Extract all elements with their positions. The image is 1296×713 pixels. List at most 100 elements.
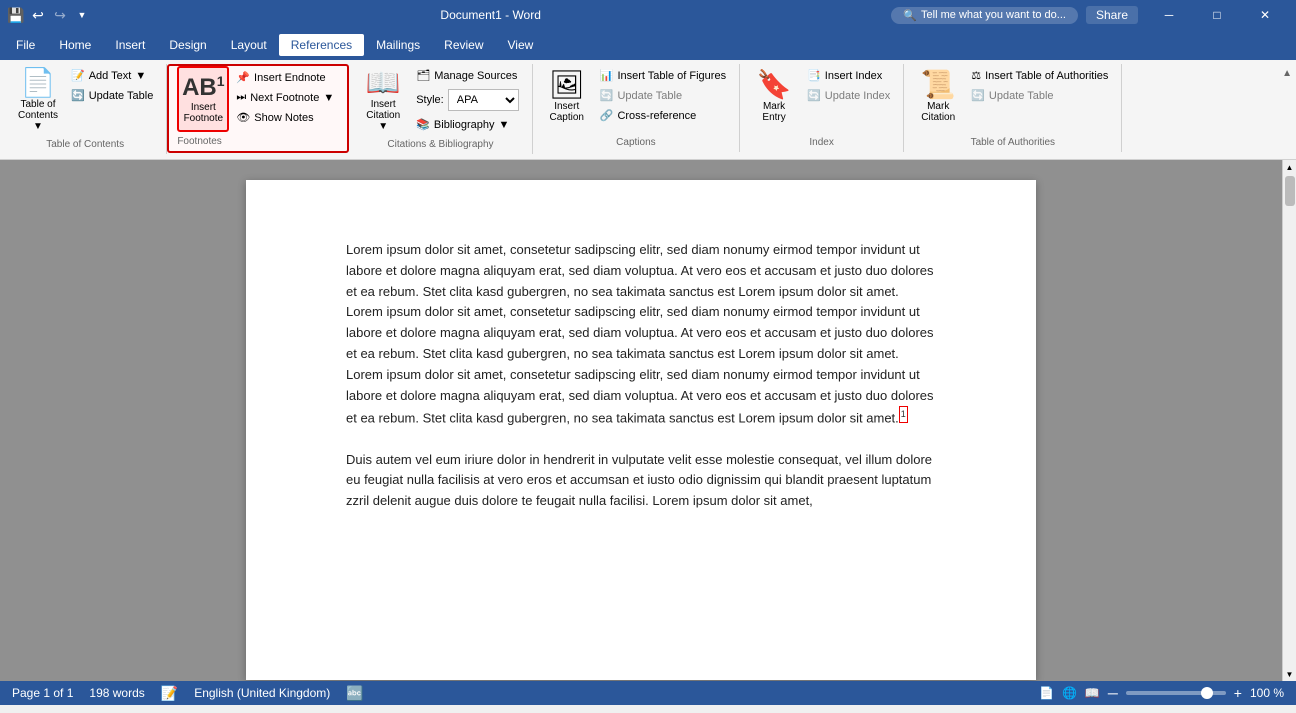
zoom-thumb bbox=[1201, 687, 1213, 699]
share-button[interactable]: Share bbox=[1086, 6, 1138, 24]
close-button[interactable]: ✕ bbox=[1242, 0, 1288, 30]
style-dropdown[interactable]: APA MLA Chicago bbox=[448, 89, 519, 111]
add-text-button[interactable]: 📝 Add Text ▼ bbox=[66, 66, 158, 85]
zoom-slider[interactable] bbox=[1126, 691, 1226, 695]
search-box[interactable]: 🔍 Tell me what you want to do... bbox=[891, 7, 1078, 24]
ribbon-group-citations: 📖 InsertCitation ▼ 🗂 Manage Sources Styl… bbox=[349, 64, 533, 154]
scroll-track bbox=[1283, 174, 1296, 667]
insert-caption-button[interactable]: 🖼 InsertCaption bbox=[541, 64, 593, 130]
view-read-icon[interactable]: 📖 bbox=[1085, 686, 1100, 700]
minimize-button[interactable]: ─ bbox=[1146, 0, 1192, 30]
insert-footnote-label: InsertFootnote bbox=[184, 102, 223, 124]
menu-mailings[interactable]: Mailings bbox=[364, 34, 432, 56]
word-count: 198 words bbox=[89, 686, 144, 700]
title-bar: 💾 ↩ ↪ ▼ Document1 - Word 🔍 Tell me what … bbox=[0, 0, 1296, 30]
menu-insert[interactable]: Insert bbox=[103, 34, 157, 56]
insert-endnote-icon: 📌 bbox=[236, 71, 250, 84]
insert-footnote-icon: AB1 bbox=[182, 74, 224, 100]
insert-caption-icon: 🖼 bbox=[549, 71, 585, 99]
ribbon-group-footnotes: AB1 InsertFootnote 📌 Insert Endnote ⏭ Ne… bbox=[167, 64, 349, 153]
paragraph-1: Lorem ipsum dolor sit amet, consetetur s… bbox=[346, 240, 936, 430]
paragraph-2: Duis autem vel eum iriure dolor in hendr… bbox=[346, 450, 936, 512]
next-footnote-icon: ⏭ bbox=[236, 91, 246, 104]
window-controls: ─ □ ✕ bbox=[1146, 0, 1288, 30]
show-notes-button[interactable]: 👁 Show Notes bbox=[231, 108, 339, 127]
redo-icon[interactable]: ↪ bbox=[52, 7, 68, 23]
ribbon-scroll-up[interactable]: ▲ bbox=[1282, 68, 1292, 79]
view-web-icon[interactable]: 🌐 bbox=[1062, 686, 1077, 700]
index-small-buttons: 📑 Insert Index 🔄 Update Index bbox=[802, 64, 895, 105]
update-toa-icon: 🔄 bbox=[971, 89, 985, 102]
footnotes-group-label: Footnotes bbox=[177, 134, 339, 151]
scroll-thumb[interactable] bbox=[1285, 176, 1295, 206]
insert-caption-label: InsertCaption bbox=[550, 101, 584, 123]
insert-toa-icon: ⚖ bbox=[971, 69, 981, 82]
update-table-authorities-button[interactable]: 🔄 Update Table bbox=[966, 86, 1113, 105]
zoom-plus[interactable]: + bbox=[1234, 685, 1242, 701]
menu-view[interactable]: View bbox=[496, 34, 546, 56]
toc-button[interactable]: 📄 Table ofContents ▼ bbox=[12, 64, 64, 137]
insert-citation-label: InsertCitation ▼ bbox=[360, 99, 406, 132]
captions-group-label: Captions bbox=[541, 135, 731, 152]
authorities-group-label: Table of Authorities bbox=[912, 135, 1113, 152]
ribbon-group-toc: 📄 Table ofContents ▼ 📝 Add Text ▼ 🔄 Upda… bbox=[4, 64, 167, 154]
menu-design[interactable]: Design bbox=[157, 34, 218, 56]
citations-group-label: Citations & Bibliography bbox=[357, 137, 524, 154]
insert-index-icon: 📑 bbox=[807, 69, 821, 82]
cross-reference-button[interactable]: 🔗 Cross-reference bbox=[595, 106, 731, 125]
update-index-icon: 🔄 bbox=[807, 89, 821, 102]
bibliography-button[interactable]: 📚 Bibliography ▼ bbox=[411, 115, 524, 134]
authorities-small-buttons: ⚖ Insert Table of Authorities 🔄 Update T… bbox=[966, 64, 1113, 105]
mark-entry-label: MarkEntry bbox=[762, 101, 785, 123]
bibliography-icon: 📚 bbox=[416, 118, 430, 131]
update-table-captions-button[interactable]: 🔄 Update Table bbox=[595, 86, 731, 105]
vertical-scrollbar: ▲ ▼ bbox=[1282, 160, 1296, 681]
customize-qat-icon[interactable]: ▼ bbox=[74, 7, 90, 23]
maximize-button[interactable]: □ bbox=[1194, 0, 1240, 30]
menu-file[interactable]: File bbox=[4, 34, 47, 56]
save-icon[interactable]: 💾 bbox=[8, 7, 24, 23]
mark-citation-button[interactable]: 📜 MarkCitation bbox=[912, 64, 964, 130]
insert-footnote-button[interactable]: AB1 InsertFootnote bbox=[177, 66, 229, 132]
style-selector: Style: APA MLA Chicago bbox=[411, 86, 524, 114]
menu-review[interactable]: Review bbox=[432, 34, 495, 56]
zoom-percent: 100 % bbox=[1250, 686, 1284, 700]
language-icon: 🔤 bbox=[346, 685, 363, 702]
insert-table-of-figures-button[interactable]: 📊 Insert Table of Figures bbox=[595, 66, 731, 85]
menu-home[interactable]: Home bbox=[47, 34, 103, 56]
insert-endnote-button[interactable]: 📌 Insert Endnote bbox=[231, 68, 339, 87]
insert-citation-button[interactable]: 📖 InsertCitation ▼ bbox=[357, 64, 409, 137]
update-table-cap-icon: 🔄 bbox=[600, 89, 614, 102]
zoom-minus[interactable]: ─ bbox=[1108, 685, 1118, 701]
scroll-up-arrow[interactable]: ▲ bbox=[1283, 160, 1296, 174]
document-page: Lorem ipsum dolor sit amet, consetetur s… bbox=[246, 180, 1036, 680]
update-index-button[interactable]: 🔄 Update Index bbox=[802, 86, 895, 105]
ribbon-scroll: ▲ bbox=[1282, 64, 1292, 79]
footnote-ref-1: 1 bbox=[899, 406, 908, 422]
mark-entry-button[interactable]: 🔖 MarkEntry bbox=[748, 64, 800, 130]
next-footnote-button[interactable]: ⏭ Next Footnote ▼ bbox=[231, 88, 339, 107]
ribbon-group-index: 🔖 MarkEntry 📑 Insert Index 🔄 Update Inde… bbox=[740, 64, 904, 152]
document-area: Lorem ipsum dolor sit amet, consetetur s… bbox=[0, 160, 1282, 681]
menu-bar: File Home Insert Design Layout Reference… bbox=[0, 30, 1296, 60]
toc-small-buttons: 📝 Add Text ▼ 🔄 Update Table bbox=[66, 64, 158, 105]
undo-icon[interactable]: ↩ bbox=[30, 7, 46, 23]
mark-citation-icon: 📜 bbox=[921, 71, 956, 99]
manage-sources-button[interactable]: 🗂 Manage Sources bbox=[411, 66, 524, 85]
cross-ref-icon: 🔗 bbox=[600, 109, 614, 122]
language: English (United Kingdom) bbox=[194, 686, 330, 700]
view-print-icon[interactable]: 📄 bbox=[1039, 686, 1054, 700]
insert-index-button[interactable]: 📑 Insert Index bbox=[802, 66, 895, 85]
update-table-toc-icon: 🔄 bbox=[71, 89, 85, 102]
show-notes-icon: 👁 bbox=[236, 111, 250, 124]
insert-table-of-authorities-button[interactable]: ⚖ Insert Table of Authorities bbox=[966, 66, 1113, 85]
toc-group-label: Table of Contents bbox=[12, 137, 158, 154]
menu-references[interactable]: References bbox=[279, 34, 364, 56]
menu-layout[interactable]: Layout bbox=[219, 34, 279, 56]
update-table-toc-button[interactable]: 🔄 Update Table bbox=[66, 86, 158, 105]
scroll-down-arrow[interactable]: ▼ bbox=[1283, 667, 1296, 681]
captions-small-buttons: 📊 Insert Table of Figures 🔄 Update Table… bbox=[595, 64, 731, 125]
page-info: Page 1 of 1 bbox=[12, 686, 73, 700]
window-title: Document1 - Word bbox=[90, 8, 891, 22]
statusbar-right: 📄 🌐 📖 ─ + 100 % bbox=[1039, 685, 1284, 701]
